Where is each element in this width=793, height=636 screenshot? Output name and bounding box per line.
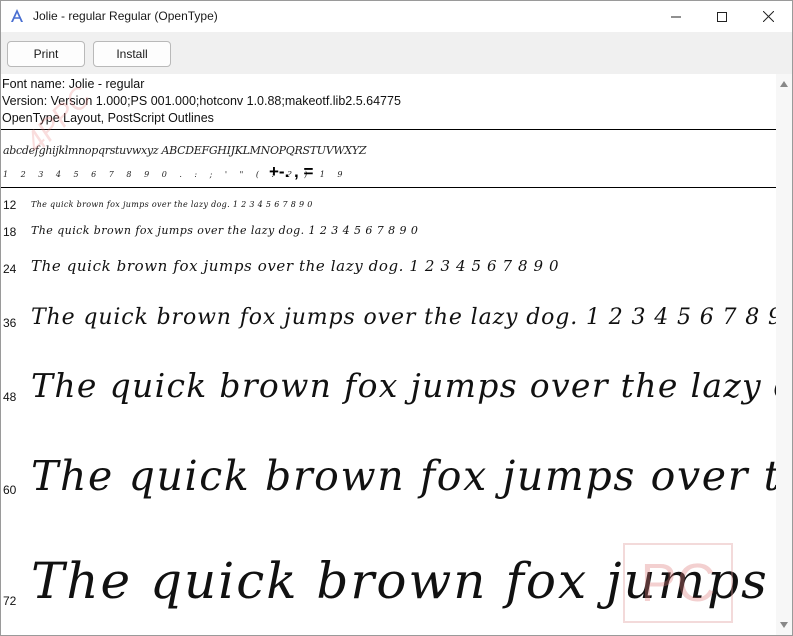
scroll-up-button[interactable] (776, 76, 792, 92)
divider-top (1, 129, 776, 130)
close-icon (762, 11, 774, 22)
size-label-18: 18 (3, 225, 17, 239)
size-label-72: 72 (3, 594, 17, 608)
scroll-down-button[interactable] (776, 617, 792, 633)
window-title: Jolie - regular Regular (OpenType) (33, 9, 218, 23)
vertical-scrollbar[interactable] (776, 74, 792, 635)
size-label-48: 48 (3, 390, 17, 404)
toolbar: Print Install (1, 32, 792, 74)
print-button[interactable]: Print (7, 41, 85, 67)
maximize-icon (717, 11, 727, 22)
charset-symbols: +-. , = (269, 162, 314, 181)
font-viewer-window: Jolie - regular Regular (OpenType) Print… (0, 0, 793, 636)
divider-bottom (1, 187, 776, 188)
sample-12: The quick brown fox jumps over the lazy … (31, 200, 313, 209)
scroll-up-icon (780, 81, 788, 87)
size-label-12: 12 (3, 198, 17, 212)
install-button[interactable]: Install (93, 41, 171, 67)
close-button[interactable] (745, 1, 791, 32)
charset-letters: abcdefghijklmnopqrstuvwxyz ABCDEFGHIJKLM… (3, 144, 367, 157)
size-label-24: 24 (3, 262, 17, 276)
sample-36: The quick brown fox jumps over the lazy … (31, 305, 776, 330)
font-app-icon (11, 9, 23, 22)
sample-48: The quick brown fox jumps over the lazy … (31, 366, 776, 405)
maximize-button[interactable] (699, 1, 745, 32)
minimize-button[interactable] (653, 1, 699, 32)
title-bar: Jolie - regular Regular (OpenType) (1, 1, 792, 32)
sample-24: The quick brown fox jumps over the lazy … (31, 257, 560, 275)
sample-18: The quick brown fox jumps over the lazy … (31, 224, 419, 237)
scroll-down-icon (780, 622, 788, 628)
size-label-60: 60 (3, 483, 17, 497)
minimize-icon (671, 16, 681, 17)
size-label-36: 36 (3, 316, 17, 330)
watermark-logo: PC (623, 543, 733, 623)
sample-60: The quick brown fox jumps over the lazy … (31, 452, 776, 500)
